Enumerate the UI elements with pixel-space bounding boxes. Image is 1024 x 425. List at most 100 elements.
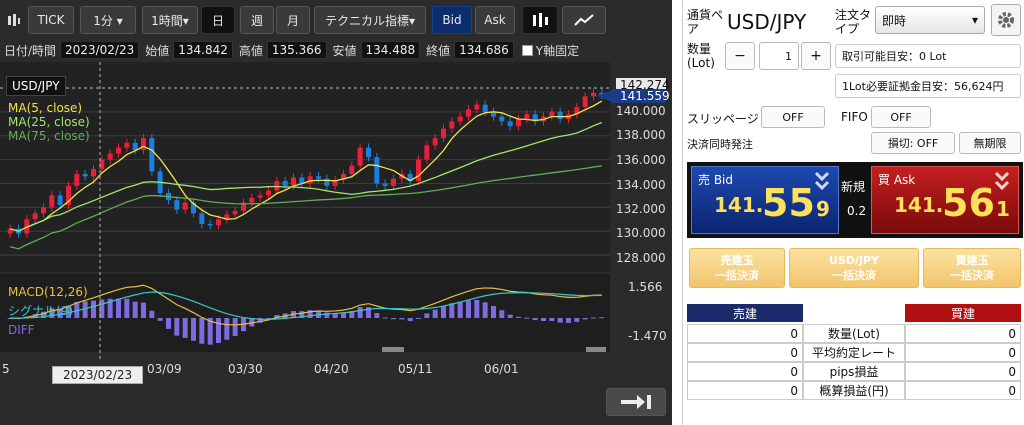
y-tick-0: 140.000: [616, 104, 666, 118]
stoploss-toggle[interactable]: 損切: OFF: [871, 132, 955, 154]
diff-bar: [149, 310, 155, 318]
candle: [274, 181, 280, 191]
qty-plus-button[interactable]: +: [801, 42, 831, 70]
candle: [424, 145, 430, 160]
diff-bar: [541, 318, 546, 322]
x-tick-4: 05/11: [398, 362, 433, 376]
candle: [174, 200, 180, 210]
candle: [74, 173, 80, 186]
candle: [457, 116, 463, 122]
close-all-sell-button[interactable]: 売建玉 一括決済: [689, 248, 785, 288]
x-tick-5: 06/01: [484, 362, 519, 376]
position-row: 0 概算損益(円) 0: [687, 381, 1021, 400]
diff-bar: [191, 318, 196, 341]
y-axis-fix-checkbox[interactable]: Y軸固定: [521, 42, 580, 59]
slippage-toggle[interactable]: OFF: [761, 106, 825, 128]
period-select[interactable]: 1時間▾: [142, 6, 198, 34]
month-button[interactable]: 月: [276, 6, 310, 34]
candle: [499, 116, 505, 122]
date-label: 日付/時間: [4, 43, 57, 58]
diff-bar: [507, 314, 513, 318]
buy-ask-button[interactable]: 買 Ask 141. 56 1: [871, 166, 1019, 234]
candle: [91, 169, 96, 177]
week-button[interactable]: 週: [240, 6, 274, 34]
buy-position-header: 買建: [905, 304, 1021, 322]
chevron-down-icon: ▾: [971, 13, 978, 27]
diff-bar: [457, 301, 463, 318]
tick-button[interactable]: TICK: [28, 6, 74, 34]
candle: [199, 213, 205, 225]
y-tick-1: 138.000: [616, 128, 666, 142]
symbol-label: USD/JPY: [6, 76, 66, 96]
candle: [82, 173, 88, 177]
order-panel: 通貨ペア USD/JPY 注文タイプ 即時 ▾ 数量(Lot) − 1 + 取引…: [682, 0, 1024, 425]
row-label: 平均約定レート: [803, 343, 905, 362]
high-value: 135.366: [266, 41, 327, 59]
diff-bar: [224, 318, 230, 340]
diff-bar: [557, 318, 563, 323]
sell-bid-label: 売 Bid: [698, 173, 733, 187]
diff-bar: [132, 301, 138, 318]
y-tick-5: 130.000: [616, 226, 666, 240]
order-type-value: 即時: [882, 13, 907, 28]
candle: [366, 147, 371, 158]
qty-minus-button[interactable]: −: [725, 42, 755, 70]
diff-bar: [482, 302, 488, 318]
expiry-toggle[interactable]: 無期限: [959, 132, 1021, 154]
candle: [391, 178, 396, 186]
close-all-buy-button[interactable]: 買建玉 一括決済: [923, 248, 1021, 288]
scroll-handle[interactable]: [382, 347, 404, 352]
diff-bar: [599, 317, 605, 319]
ma75-legend: MA(75, close): [8, 129, 90, 143]
close-all-pair-button[interactable]: USD/JPY 一括決済: [789, 248, 919, 288]
candle: [32, 213, 38, 220]
ma5-legend: MA(5, close): [8, 101, 83, 115]
technical-indicator-select[interactable]: テクニカル指標▾: [314, 6, 426, 34]
candle: [416, 159, 421, 182]
x-tick-1: 03/09: [147, 362, 182, 376]
diff-bar: [166, 318, 171, 329]
candle: [57, 195, 63, 205]
candle: [557, 111, 563, 119]
fifo-toggle[interactable]: OFF: [871, 106, 931, 128]
candle: [524, 114, 530, 119]
row-label: 概算損益(円): [803, 381, 905, 400]
candle: [149, 138, 155, 172]
candle: [257, 195, 263, 198]
y-axis-fix-label: Y軸固定: [535, 43, 580, 58]
diff-bar: [574, 318, 580, 322]
ask-button[interactable]: Ask: [475, 6, 515, 34]
diff-bar: [532, 318, 538, 321]
candle: [382, 183, 388, 186]
scroll-handle-right[interactable]: [586, 347, 606, 352]
line-chart-icon[interactable]: [562, 6, 606, 34]
diff-bar: [474, 299, 480, 318]
interval-select[interactable]: 1分 ▾: [80, 6, 136, 34]
qty-input[interactable]: 1: [759, 42, 799, 70]
order-type-select[interactable]: 即時 ▾: [875, 6, 985, 34]
diff-bar: [199, 318, 205, 344]
day-button[interactable]: 日: [201, 6, 235, 34]
ohlc-bar: 日付/時間 2023/02/23 始値 134.842 高値 135.366 安…: [4, 40, 579, 60]
diff-bar: [549, 318, 555, 321]
double-chevron-up-icon: [994, 171, 1010, 191]
candle: [349, 165, 355, 174]
x-tick-3: 04/20: [314, 362, 349, 376]
settings-gear-icon[interactable]: [991, 4, 1021, 36]
candle: [449, 121, 455, 129]
sell-bid-button[interactable]: 売 Bid 141. 55 9: [691, 166, 839, 234]
candle-type-icon[interactable]: [4, 6, 24, 34]
candle: [116, 147, 121, 154]
candle: [441, 128, 446, 139]
sell-cell: 0: [687, 381, 803, 400]
bid-button[interactable]: Bid: [432, 6, 472, 34]
diff-bar: [424, 313, 430, 318]
diff-bar: [157, 318, 163, 321]
cursor-date-label: 2023/02/23: [52, 366, 144, 384]
sell-cell: 0: [687, 362, 803, 381]
expand-arrow-icon[interactable]: [606, 388, 666, 416]
sell-price-pips: 55: [762, 181, 815, 225]
candlestick-chart-icon[interactable]: [522, 6, 558, 34]
candle: [374, 157, 380, 184]
candle: [216, 219, 221, 226]
